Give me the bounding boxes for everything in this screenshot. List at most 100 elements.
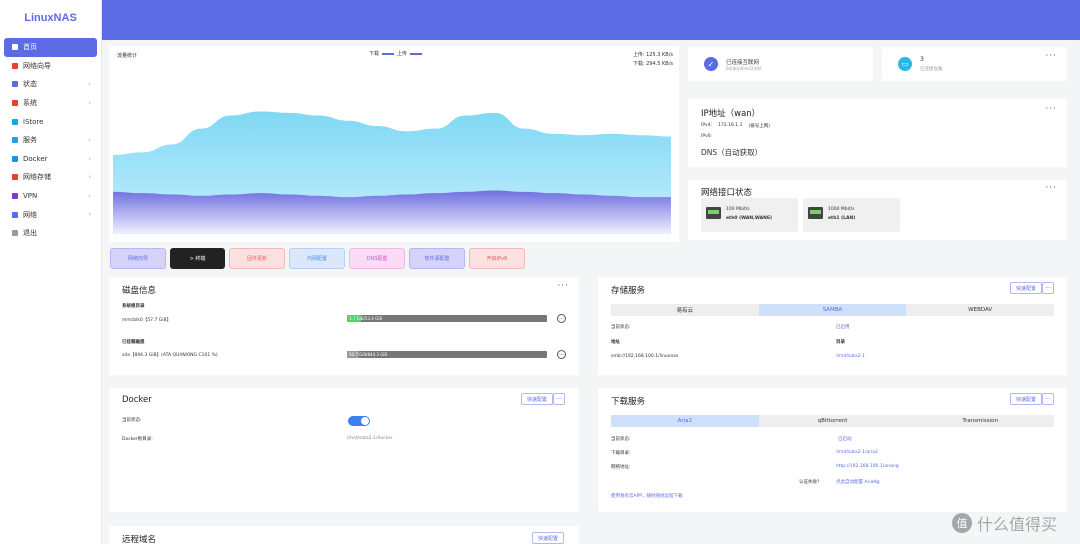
- sidebar-item-label: Docker: [23, 154, 48, 163]
- check-icon: ✓: [704, 57, 718, 71]
- chevron-right-icon: ›: [88, 80, 91, 89]
- storage-state-label: 当前状态:: [611, 325, 631, 330]
- docker-title: Docker: [122, 395, 152, 405]
- sidebar-item-label: 状态: [23, 80, 37, 89]
- sidebar-item-logout[interactable]: 退出: [4, 224, 97, 243]
- sidebar-item-store[interactable]: iStore: [4, 112, 97, 131]
- port-card: 100 Mbit/s eth0 (WAN,WAN6): [701, 198, 798, 232]
- storage-dir-value[interactable]: /mnt/sata2-1: [836, 354, 865, 359]
- storage-tabs: 易有云 SAMBA WEBDAV: [611, 304, 1055, 316]
- storage-quick-config-button[interactable]: 快速配置: [1010, 282, 1043, 294]
- action-button[interactable]: 开启IPv6: [469, 248, 525, 269]
- tab-qbittorrent[interactable]: qBittorrent: [758, 415, 907, 427]
- ip-more-icon[interactable]: ···: [1045, 104, 1057, 114]
- action-button[interactable]: 内网配置: [289, 248, 345, 269]
- watermark: 值 什么值得买: [952, 511, 1057, 535]
- download-dir-value[interactable]: /mnt/sata2-1/aria2: [836, 450, 878, 455]
- download-state-label: 当前状态:: [611, 437, 631, 442]
- network-icon: [12, 211, 18, 218]
- port-speed: 1000 Mbit/s: [828, 207, 855, 212]
- download-state-value: 已启动: [838, 437, 852, 442]
- ipv4-row: IPv4: 172.16.1.1 (拨号上网): [701, 123, 770, 129]
- ip-title: IP地址（wan）: [701, 109, 761, 119]
- action-button[interactable]: 软件源配置: [409, 248, 465, 269]
- auth-fail-label: 认证失败?: [799, 480, 820, 485]
- iface-title: 网络接口状态: [701, 188, 753, 198]
- remote-title: 远程域名: [122, 535, 157, 544]
- download-quick-config-button[interactable]: 快速配置: [1010, 393, 1043, 405]
- docker-card: Docker 快速配置 ··· 当前状态: Docker根目录: /mnt/sa…: [109, 388, 579, 512]
- sidebar-item-home[interactable]: 首页: [4, 38, 97, 57]
- disk-more-icon[interactable]: ···: [557, 281, 569, 291]
- sidebar-item-docker[interactable]: Docker ›: [4, 150, 97, 169]
- sidebar-item-storage[interactable]: 网络存储 ›: [4, 168, 97, 187]
- sys-disk-more-icon[interactable]: ···: [557, 314, 566, 323]
- port-card: 1000 Mbit/s eth1 (LAN): [803, 198, 900, 232]
- legend-upload[interactable]: 上传: [397, 50, 407, 57]
- legend-download-swatch: [382, 52, 395, 55]
- watermark-text: 什么值得买: [977, 515, 1058, 534]
- sys-disk-usage: 3.7 GiB/53.4 GiB: [349, 316, 383, 321]
- storage-addr-value[interactable]: smb://192.168.100.1/linuxnas: [611, 354, 678, 359]
- docker-quick-config-button[interactable]: 快速配置: [521, 393, 554, 405]
- action-button[interactable]: 网络向导: [110, 248, 166, 269]
- iface-more-icon[interactable]: ···: [1045, 183, 1057, 193]
- tab-samba[interactable]: SAMBA: [758, 304, 907, 316]
- chevron-right-icon: ›: [88, 191, 91, 200]
- action-button[interactable]: 固件更新: [229, 248, 285, 269]
- download-more-button[interactable]: ···: [1042, 393, 1054, 405]
- sidebar-item-network[interactable]: 网络 ›: [4, 205, 97, 224]
- download-tabs: Aria2 qBittorrent Transmission: [611, 415, 1055, 427]
- home-icon: [12, 44, 18, 51]
- device-count: 3: [920, 56, 924, 63]
- sidebar-nav: 首页 网络向导 状态 › 系统 › iStore 服务 › Docker › 网络存储 › VPN › 网络 ›…: [0, 38, 101, 243]
- tab-易有云[interactable]: 易有云: [611, 304, 759, 316]
- docker-toggle[interactable]: [348, 416, 370, 426]
- sidebar-item-label: iStore: [23, 117, 44, 126]
- download-web-value[interactable]: http://192.168.100.1/ariang: [836, 464, 899, 469]
- traffic-card: 流量统计 下载 上传 上传: 125.3 KB/s 下载: 294.5 KB/s: [109, 46, 679, 242]
- device-sub: 已连接设备: [920, 67, 943, 72]
- mounted-disk-usage: 50.7 GiB/844.3 GiB: [349, 352, 388, 357]
- devices-more-icon[interactable]: ···: [1045, 51, 1057, 61]
- action-button[interactable]: DNS配置: [349, 248, 405, 269]
- sidebar-item-grid[interactable]: 状态 ›: [4, 75, 97, 94]
- devices-card: ▭ 3 已连接设备 ···: [882, 47, 1067, 81]
- sidebar: LinuxNAS 首页 网络向导 状态 › 系统 › iStore 服务 › Docker › 网络存…: [0, 0, 102, 544]
- chevron-right-icon: ›: [88, 135, 91, 144]
- tab-transmission[interactable]: Transmission: [906, 415, 1055, 427]
- sidebar-item-vpn[interactable]: VPN ›: [4, 187, 97, 206]
- download-web-label: 网络地址:: [611, 465, 631, 470]
- chart-legend: 下载 上传: [369, 50, 423, 57]
- mounted-disk-more-icon[interactable]: ···: [557, 350, 566, 359]
- dns-status: DNS（自动获取）: [701, 148, 763, 157]
- sys-disk-name: mmcblk0【57.7 GiB】: [122, 318, 172, 323]
- mounted-label: 已挂载磁盘: [122, 340, 145, 345]
- tab-webdav[interactable]: WEBDAV: [906, 304, 1055, 316]
- service-icon: [12, 137, 18, 144]
- sidebar-item-service[interactable]: 服务 ›: [4, 131, 97, 150]
- legend-download[interactable]: 下载: [369, 50, 379, 57]
- sidebar-item-label: VPN: [23, 192, 38, 201]
- remote-quick-config-button[interactable]: 快速配置: [532, 532, 565, 544]
- ipv6-label: IPv6:: [701, 134, 713, 139]
- series-download-area: [113, 190, 671, 234]
- sidebar-item-gear[interactable]: 系统 ›: [4, 94, 97, 113]
- device-icon: ▭: [898, 57, 912, 71]
- auto-config-ariang-link[interactable]: 点此自动配置 AriaNg: [836, 479, 880, 485]
- action-button[interactable]: > 终端: [170, 248, 225, 269]
- sys-disk-bar: 3.7 GiB/53.4 GiB: [347, 315, 547, 322]
- mounted-disk-bar: 50.7 GiB/844.3 GiB: [347, 351, 547, 358]
- ethernet-port-icon: [706, 207, 721, 219]
- sidebar-item-label: 服务: [23, 136, 37, 145]
- app-remote-download-link[interactable]: 使用易有云APP，随时随地远程下载: [611, 493, 683, 499]
- tab-aria2[interactable]: Aria2: [611, 415, 759, 427]
- ip-card: IP地址（wan） ··· IPv4: 172.16.1.1 (拨号上网) IP…: [688, 99, 1067, 167]
- sidebar-item-label: 网络: [23, 210, 37, 219]
- sidebar-item-wizard[interactable]: 网络向导: [4, 57, 97, 76]
- storage-icon: [12, 174, 18, 181]
- docker-more-button[interactable]: ···: [553, 393, 565, 405]
- vpn-icon: [12, 193, 18, 200]
- storage-dir-label: 目录: [836, 340, 845, 345]
- storage-more-button[interactable]: ···: [1042, 282, 1054, 294]
